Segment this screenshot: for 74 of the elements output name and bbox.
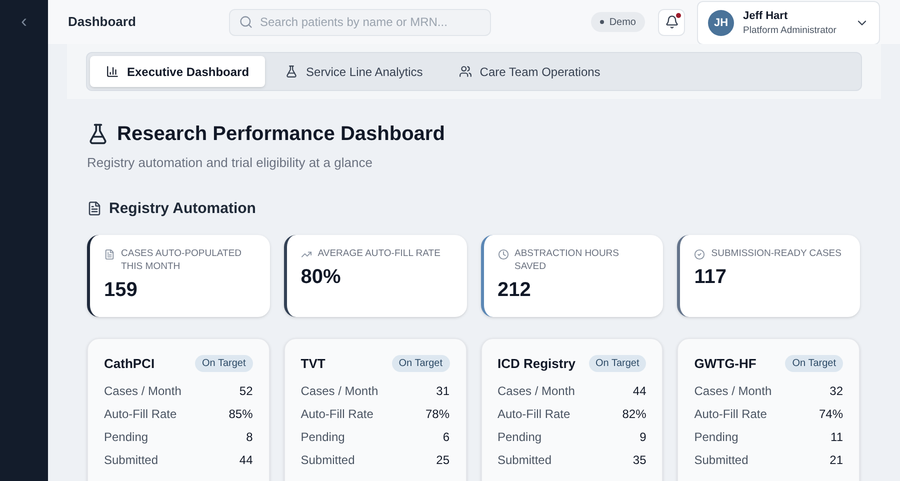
metric-value: 52 [239, 383, 253, 400]
metric-value: 35 [632, 452, 646, 469]
trend-up-icon [300, 249, 312, 260]
clock-icon [498, 249, 508, 260]
stat-label: AVERAGE AUTO-FILL RATE [318, 247, 440, 260]
metric-label: Pending [694, 429, 738, 446]
user-menu[interactable]: JH Jeff Hart Platform Administrator [697, 1, 880, 45]
tab[interactable]: Service Line Analytics [269, 56, 439, 87]
metric-label: Submitted [694, 452, 748, 469]
metric-value: 32 [830, 383, 843, 400]
section-title: Registry Automation [109, 198, 256, 218]
metric-label: Cases / Month [694, 383, 772, 400]
stat-value: 117 [694, 265, 728, 290]
metric-label: Submitted [104, 452, 158, 469]
search-field[interactable]: Search patients by name or MRN... [229, 8, 491, 36]
dashboard-subtitle: Registry automation and trial eligibility at a glance [87, 154, 374, 172]
registry-name: TVT [300, 355, 326, 373]
metric-value: 82% [622, 406, 646, 423]
metric-value: 25 [436, 452, 450, 469]
user-name: Jeff Hart [743, 8, 788, 24]
metric-label: Auto-Fill Rate [694, 406, 767, 423]
metric-label: Cases / Month [300, 383, 378, 400]
metric-value: 21 [830, 452, 843, 469]
metric-label: Submitted [498, 452, 552, 469]
people-icon [458, 65, 472, 78]
registry-name: GWTG-HF [694, 355, 756, 373]
avatar: JH [708, 10, 734, 36]
metric-label: Auto-Fill Rate [498, 406, 570, 423]
metric-label: Auto-Fill Rate [300, 406, 374, 423]
metric-label: Cases / Month [498, 383, 575, 400]
status-badge: On Target [392, 355, 450, 372]
registry-name: CathPCI [104, 355, 155, 373]
status-badge: On Target [195, 355, 253, 372]
check-circle-icon [694, 249, 706, 260]
notifications-button[interactable] [658, 8, 685, 36]
dashboard-title: Research Performance Dashboard [117, 122, 445, 147]
collapse-button[interactable]: ‹ [21, 10, 27, 32]
metric-label: Pending [104, 429, 148, 446]
metric-value: 85% [228, 406, 253, 423]
metric-label: Pending [300, 429, 345, 446]
stat-label: CASES AUTO-POPULATED THIS MONTH [121, 247, 243, 273]
search-icon [239, 14, 253, 28]
flask-icon [285, 65, 298, 78]
metric-label: Auto-Fill Rate [104, 406, 177, 423]
metric-value: 78% [425, 406, 450, 423]
status-badge: On Target [785, 355, 843, 372]
bar-chart-icon [106, 65, 119, 78]
tab[interactable]: Executive Dashboard [90, 56, 266, 87]
metric-value: 31 [436, 383, 450, 400]
metric-value: 9 [640, 429, 646, 446]
metric-value: 44 [632, 383, 646, 400]
tab[interactable]: Care Team Operations [442, 56, 616, 87]
metric-label: Submitted [300, 452, 355, 469]
metric-value: 11 [830, 429, 843, 446]
stat-label: ABSTRACTION HOURS SAVED [514, 247, 620, 273]
metric-value: 74% [818, 406, 843, 423]
stat-value: 80% [300, 265, 342, 290]
metric-value: 44 [239, 452, 253, 469]
document-icon [104, 249, 115, 260]
registry-name: ICD Registry [498, 355, 576, 373]
metric-value: 8 [246, 429, 253, 446]
mode-badge: Demo [591, 12, 645, 32]
metric-value: 6 [442, 429, 450, 446]
user-role: Platform Administrator [743, 24, 836, 38]
flask-icon [87, 123, 109, 145]
stat-label: SUBMISSION-READY CASES [711, 247, 842, 260]
stat-value: 159 [104, 278, 138, 303]
document-icon [87, 201, 102, 216]
metric-label: Pending [498, 429, 542, 446]
page-title: Dashboard [68, 13, 137, 32]
stat-value: 212 [498, 278, 532, 303]
metric-label: Cases / Month [104, 383, 182, 400]
status-badge: On Target [588, 355, 646, 372]
bell-icon [664, 15, 678, 29]
